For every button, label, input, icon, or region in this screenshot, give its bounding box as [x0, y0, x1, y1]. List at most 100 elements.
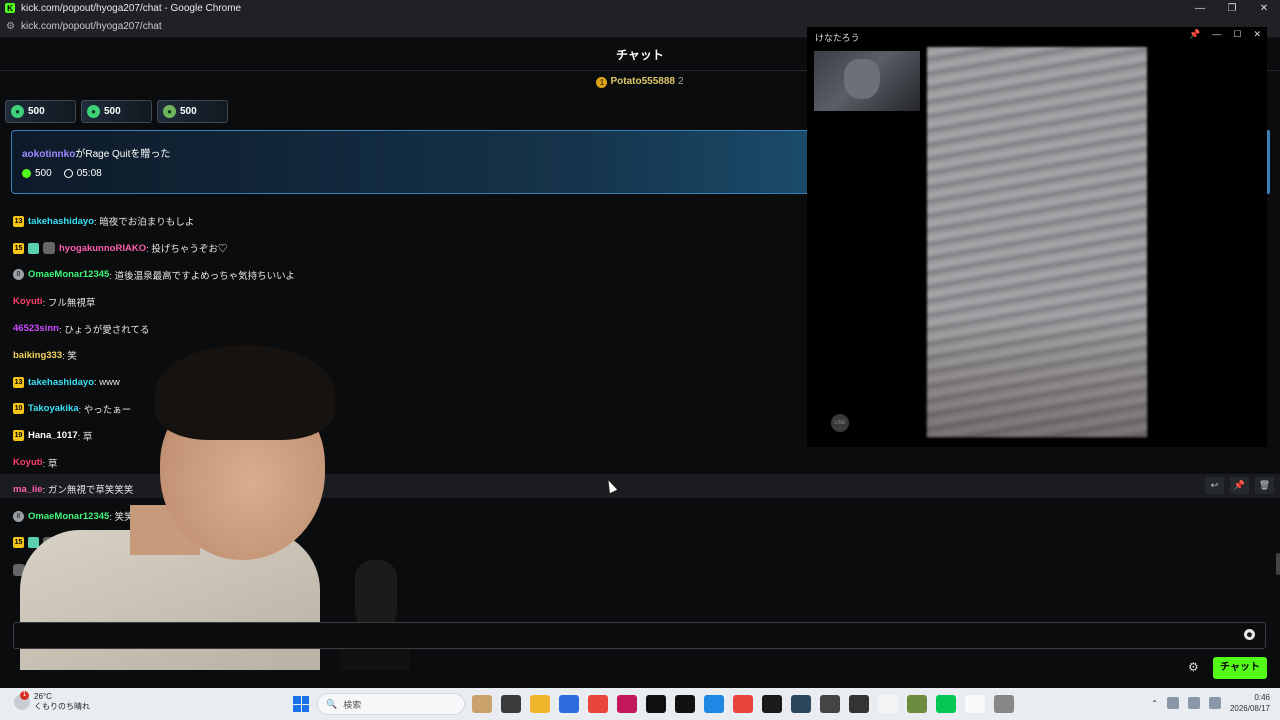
taskbar-app-icon[interactable]: [936, 695, 956, 713]
line-logo-icon: LINE: [831, 414, 849, 432]
line-call-window: けなたろう 📌 — ☐ ✕ LINE: [807, 27, 1267, 447]
weather-widget[interactable]: 1 26°C くもりのち晴れ: [14, 691, 90, 712]
gift-avatar-icon: ●: [87, 105, 100, 118]
taskbar-app-icon[interactable]: [965, 695, 985, 713]
chat-username[interactable]: takehashidayo: [28, 216, 94, 227]
pin-icon[interactable]: 📌: [1230, 477, 1249, 494]
taskbar-app-icon[interactable]: [820, 695, 840, 713]
network-icon[interactable]: [1166, 697, 1179, 709]
reply-icon[interactable]: ↩: [1205, 477, 1224, 494]
chat-text: : 投げちゃうぞお♡: [146, 244, 228, 256]
kick-favicon: K: [5, 3, 15, 13]
volume-icon[interactable]: [1208, 697, 1221, 709]
taskbar-app-icon[interactable]: [559, 695, 579, 713]
browser-titlebar: K kick.com/popout/hyoga207/chat - Google…: [0, 0, 1280, 16]
chat-text: : 道後温泉最高ですよめっちゃ気持ちいいよ: [109, 270, 295, 282]
self-view-thumbnail[interactable]: [814, 51, 920, 111]
gift-banner-timer: 05:08: [76, 168, 102, 179]
taskbar-app-icon[interactable]: [675, 695, 695, 713]
chat-text: : 暗夜でお泊まりもしよ: [94, 217, 195, 229]
taskbar-app-icon[interactable]: [472, 695, 492, 713]
chat-username[interactable]: OmaeMonar12345: [28, 269, 109, 280]
cat-image: [844, 59, 880, 99]
clock-date: 2026/08/17: [1229, 704, 1270, 713]
taskbar-app-icon[interactable]: [878, 695, 898, 713]
chat-username[interactable]: hyogakunnoRIAKO: [59, 243, 146, 254]
chat-message[interactable]: 46523sinn: ひょうが愛されてる: [13, 315, 813, 342]
delete-icon[interactable]: 🗑: [1255, 477, 1274, 494]
taskbar-app-icon[interactable]: [733, 695, 753, 713]
taskbar-app-icon[interactable]: [907, 695, 927, 713]
gift-chip[interactable]: ● 500: [81, 100, 152, 123]
top-gifter-name[interactable]: Potato555888: [610, 76, 674, 87]
chat-text: : フル無視草: [42, 297, 96, 309]
gift-banner-user[interactable]: aokotinnko: [22, 149, 75, 160]
taskbar-app-icon[interactable]: [704, 695, 724, 713]
call-title: けなたろう: [815, 33, 860, 43]
taskbar-app-icon[interactable]: [646, 695, 666, 713]
avatar-badge-icon: [43, 242, 55, 255]
remote-video-shadow: [927, 317, 1147, 437]
weather-icon: 1: [14, 691, 30, 710]
windows-taskbar: 1 26°C くもりのち晴れ 🔍 検索 ⌃ 0:46 2026/08/17: [0, 688, 1280, 720]
gift-banner[interactable]: aokotinnkoがRage Quitを贈った 500 05:08: [11, 130, 807, 194]
emoji-icon[interactable]: ☻: [1244, 629, 1255, 640]
alert-badge: 1: [20, 691, 29, 700]
taskbar-app-icon[interactable]: [530, 695, 550, 713]
gift-amount: 500: [28, 106, 45, 117]
taskbar-clock[interactable]: 0:46 2026/08/17: [1230, 692, 1270, 714]
taskbar-app-icon[interactable]: [849, 695, 869, 713]
taskbar-app-icon[interactable]: [762, 695, 782, 713]
settings-gear-icon[interactable]: ⚙: [1188, 660, 1199, 674]
chat-message[interactable]: 15 hyogakunnoRIAKO: 投げちゃうぞお♡: [13, 235, 813, 262]
taskbar-apps: [472, 695, 1014, 713]
subscriber-badge-icon: 13: [13, 215, 24, 227]
windows-start-icon[interactable]: [293, 696, 309, 712]
restore-icon[interactable]: ❐: [1216, 3, 1248, 14]
send-chat-button[interactable]: チャット: [1213, 657, 1267, 679]
kicks-icon: [22, 169, 31, 178]
gift-amount: 500: [180, 106, 197, 117]
chat-username[interactable]: Koyuti: [13, 296, 43, 307]
site-info-icon[interactable]: ⚙: [6, 21, 15, 32]
tray-overflow-icon[interactable]: ⌃: [1151, 699, 1158, 708]
url-text[interactable]: kick.com/popout/hyoga207/chat: [21, 21, 162, 32]
gift-chip[interactable]: ● 500: [5, 100, 76, 123]
gift-amount: 500: [104, 106, 121, 117]
pin-window-icon[interactable]: 📌: [1189, 29, 1200, 40]
gift-chip[interactable]: ● 500: [157, 100, 228, 123]
close-icon[interactable]: ✕: [1253, 29, 1261, 40]
webcam-hair: [155, 345, 335, 440]
microphone: [355, 560, 397, 630]
taskbar-app-icon[interactable]: [994, 695, 1014, 713]
chat-message[interactable]: 8 OmaeMonar12345: 道後温泉最高ですよめっちゃ気持ちいいよ: [13, 262, 813, 289]
mic-icon[interactable]: [1187, 697, 1200, 709]
maximize-icon[interactable]: ☐: [1233, 29, 1241, 40]
chat-input[interactable]: [13, 622, 1266, 649]
close-icon[interactable]: ✕: [1248, 3, 1280, 14]
gift-banner-message: がRage Quitを贈った: [75, 149, 171, 160]
minimize-icon[interactable]: —: [1212, 29, 1221, 40]
clock-time: 0:46: [1254, 693, 1270, 702]
subscriber-badge-icon: 15: [13, 242, 24, 254]
gifter-badge-icon: [28, 242, 39, 254]
weather-temp: 26°C: [34, 692, 52, 701]
top-gifter-count: 2: [677, 76, 684, 87]
chat-scrollbar[interactable]: [1276, 553, 1280, 575]
taskbar-app-icon[interactable]: [501, 695, 521, 713]
chat-text: : ひょうが愛されてる: [58, 324, 150, 336]
taskbar-app-icon[interactable]: [588, 695, 608, 713]
window-controls: — ❐ ✕: [1184, 3, 1280, 14]
chat-username[interactable]: 46523sinn: [13, 323, 59, 334]
search-icon: 🔍: [326, 698, 338, 709]
chat-message[interactable]: Koyuti: フル無視草: [13, 288, 813, 315]
taskbar-app-icon[interactable]: [617, 695, 637, 713]
gift-avatar-icon: ●: [11, 105, 24, 118]
window-title: kick.com/popout/hyoga207/chat - Google C…: [21, 2, 242, 14]
taskbar-app-icon[interactable]: [791, 695, 811, 713]
minimize-icon[interactable]: —: [1184, 3, 1216, 14]
search-placeholder: 検索: [343, 699, 362, 710]
level-badge-icon: 8: [13, 269, 24, 281]
taskbar-search[interactable]: 🔍 検索: [317, 693, 465, 715]
chat-message[interactable]: 13 takehashidayo: 暗夜でお泊まりもしよ: [13, 208, 813, 235]
